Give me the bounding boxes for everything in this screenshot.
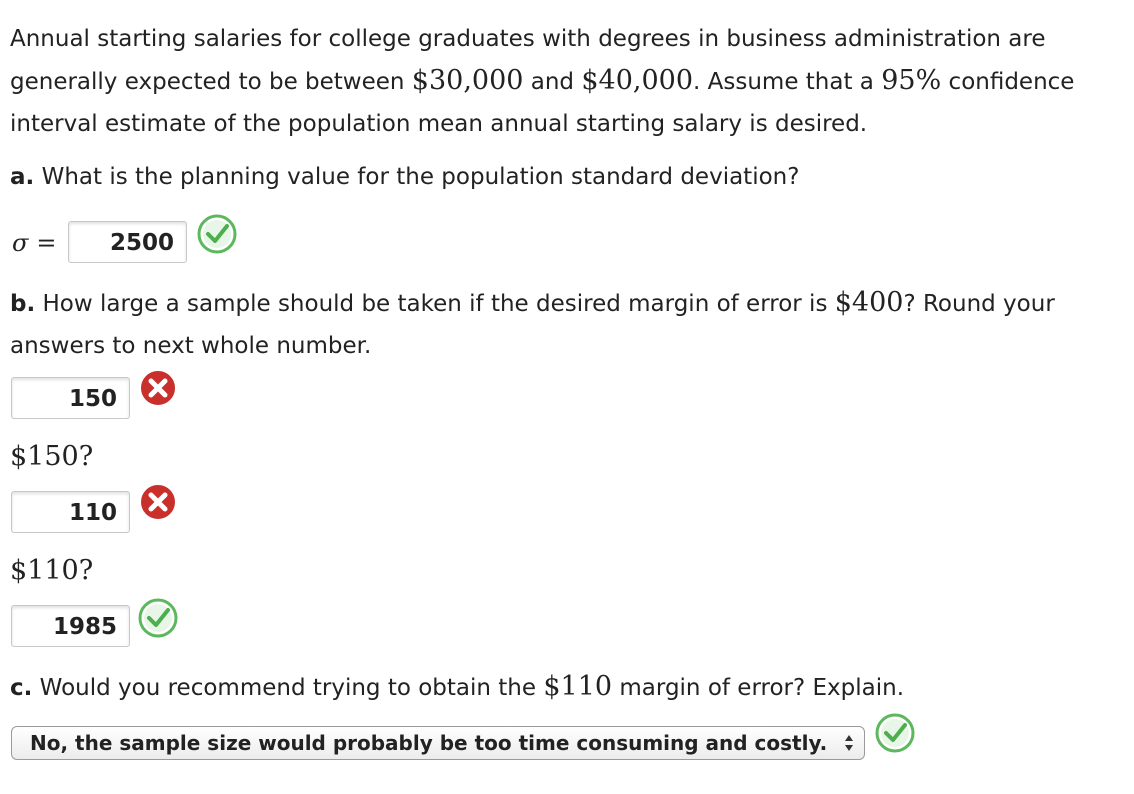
updown-arrows-icon (845, 735, 853, 751)
sigma-symbol: σ (12, 229, 29, 257)
x-circle-icon (139, 369, 177, 407)
part-b-question: b. How large a sample should be taken if… (10, 282, 1120, 367)
part-c-text-1: Would you recommend trying to obtain the (32, 675, 544, 701)
intro-text-3: . Assume that a (693, 69, 882, 95)
check-circle-icon (138, 598, 178, 638)
intro-text-2: and (523, 69, 582, 95)
margin-110: $110 (543, 671, 613, 702)
equals-sign: = (36, 229, 57, 257)
check-circle-icon (197, 214, 237, 254)
sample-size-input-150[interactable]: 110 (11, 491, 130, 533)
salary-low: $30,000 (411, 65, 524, 96)
margin-400: $400 (834, 287, 904, 318)
prompt-110: $110? (10, 555, 94, 586)
intro-paragraph: Annual starting salaries for college gra… (10, 18, 1120, 145)
part-a-label: a. (10, 164, 35, 190)
check-circle-icon (875, 713, 915, 753)
confidence-level: 95% (881, 65, 942, 96)
part-b-text-1: How large a sample should be taken if th… (35, 291, 835, 317)
sample-size-input-400[interactable]: 150 (11, 377, 130, 419)
sigma-answer-input[interactable]: 2500 (68, 221, 187, 263)
part-a-text: What is the planning value for the popul… (34, 164, 800, 190)
part-c-label: c. (10, 675, 33, 701)
salary-high: $40,000 (581, 65, 694, 96)
prompt-150: $150? (10, 441, 94, 472)
x-circle-icon (139, 483, 177, 521)
part-a-question: a. What is the planning value for the po… (10, 156, 1120, 198)
select-value: No, the sample size would probably be to… (30, 731, 828, 755)
recommendation-select[interactable]: No, the sample size would probably be to… (11, 726, 865, 760)
sample-size-input-110[interactable]: 1985 (11, 605, 130, 647)
part-b-label: b. (10, 291, 36, 317)
part-c-text-2: margin of error? Explain. (612, 675, 905, 701)
sigma-label: σ = (12, 222, 57, 264)
part-c-question: c. Would you recommend trying to obtain … (10, 666, 1120, 709)
